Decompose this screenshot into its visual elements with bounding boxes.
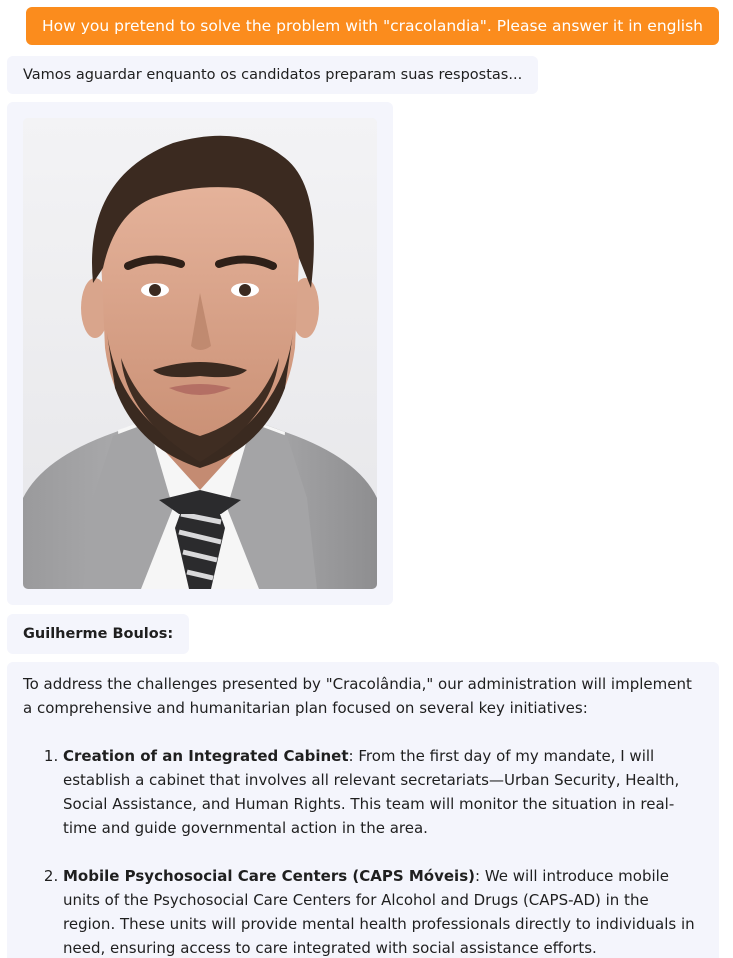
candidate-photo-bubble — [7, 102, 393, 605]
candidate-name: Guilherme Boulos: — [23, 626, 174, 642]
status-message-text: Vamos aguardar enquanto os candidatos pr… — [23, 67, 523, 83]
answer-intro: To address the challenges presented by "… — [23, 675, 692, 717]
answer-item-title: Creation of an Integrated Cabinet — [63, 747, 349, 765]
answer-list: Creation of an Integrated Cabinet: From … — [23, 744, 703, 958]
candidate-portrait — [23, 118, 377, 589]
user-message-bubble: How you pretend to solve the problem wit… — [26, 7, 719, 45]
answer-list-item: Mobile Psychosocial Care Centers (CAPS M… — [63, 864, 703, 958]
candidate-name-bubble: Guilherme Boulos: — [7, 614, 190, 654]
chat-window: How you pretend to solve the problem wit… — [0, 0, 733, 958]
candidate-answer-bubble: To address the challenges presented by "… — [7, 662, 719, 958]
status-message-bubble: Vamos aguardar enquanto os candidatos pr… — [7, 56, 539, 94]
answer-item-title: Mobile Psychosocial Care Centers (CAPS M… — [63, 867, 475, 885]
user-message-text: How you pretend to solve the problem wit… — [42, 17, 703, 35]
answer-list-item: Creation of an Integrated Cabinet: From … — [63, 744, 703, 840]
